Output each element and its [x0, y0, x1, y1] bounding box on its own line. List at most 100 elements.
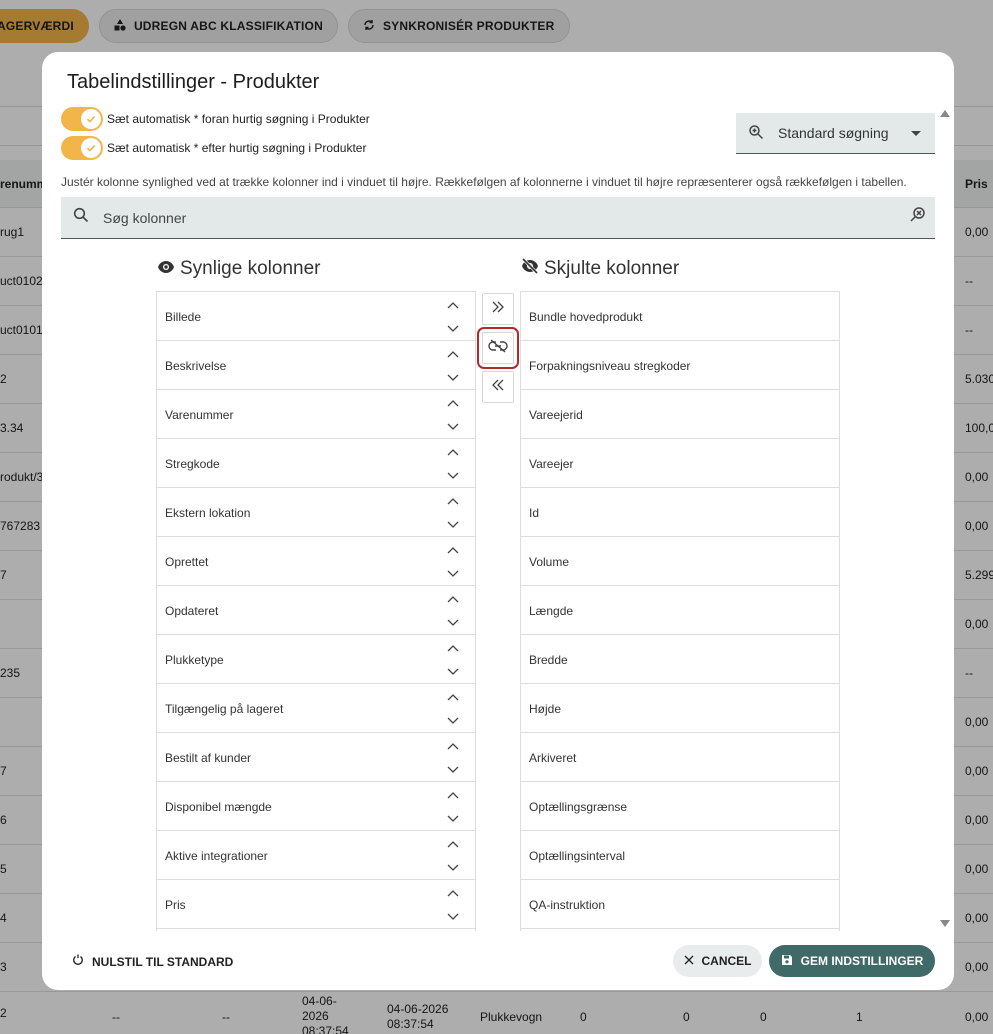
column-label: Vareejer	[529, 457, 574, 471]
instructions-text: Justér kolonne synlighed ved at trække k…	[61, 175, 907, 189]
column-label: Bestilt af kunder	[165, 751, 252, 765]
column-label: Længde	[529, 604, 574, 618]
double-chevron-left-icon	[491, 378, 505, 396]
column-list-item[interactable]: Vareejer	[521, 439, 839, 488]
toggle-suffix-wildcard[interactable]	[61, 136, 103, 160]
column-list-item[interactable]: Plukketype	[157, 635, 475, 684]
search-off-icon[interactable]	[909, 206, 927, 229]
chevron-up-icon[interactable]	[447, 788, 459, 802]
column-list-item[interactable]: Ekstern lokation	[157, 488, 475, 537]
chevron-up-icon[interactable]	[447, 592, 459, 606]
column-list-item[interactable]: Aktive integrationer	[157, 831, 475, 880]
chevron-down-icon[interactable]	[447, 616, 459, 630]
chevron-down-icon[interactable]	[447, 469, 459, 483]
check-icon	[81, 109, 101, 129]
column-label: Opdateret	[165, 604, 219, 618]
chevron-up-icon[interactable]	[447, 347, 459, 361]
chevron-down-icon[interactable]	[447, 763, 459, 777]
column-list-item[interactable]: Disponibel mængde	[157, 782, 475, 831]
save-icon	[781, 954, 801, 969]
column-list-item[interactable]: Forpakningsniveau stregkoder	[521, 341, 839, 390]
table-settings-dialog: Tabelindstillinger - Produkter Sæt autom…	[42, 52, 954, 990]
column-label: Forpakningsniveau stregkoder	[529, 359, 691, 373]
column-label: Vareejerid	[529, 408, 583, 422]
chevron-up-icon[interactable]	[447, 886, 459, 900]
cancel-button[interactable]: CANCEL	[673, 945, 762, 977]
eye-off-icon	[521, 257, 544, 280]
column-list-item[interactable]: Bestilt af kunder	[157, 733, 475, 782]
column-label: Beskrivelse	[165, 359, 227, 373]
chevron-up-icon[interactable]	[447, 543, 459, 557]
zoom-in-icon	[748, 124, 764, 143]
column-list-item[interactable]: Højde	[521, 684, 839, 733]
chevron-up-icon[interactable]	[447, 298, 459, 312]
column-label: Ekstern lokation	[165, 506, 251, 520]
chevron-down-icon[interactable]	[447, 567, 459, 581]
reset-to-default-button[interactable]: NULSTIL TIL STANDARD	[72, 954, 233, 969]
power-reset-icon	[72, 954, 92, 969]
chevron-down-icon[interactable]	[447, 861, 459, 875]
column-label: Id	[529, 506, 540, 520]
double-chevron-right-icon	[491, 300, 505, 318]
chevron-down-icon[interactable]	[447, 910, 459, 924]
column-list-item[interactable]: Volume	[521, 537, 839, 586]
column-list-item[interactable]: Tilgængelig på lageret	[157, 684, 475, 733]
scroll-down-arrow-icon[interactable]	[940, 920, 950, 927]
column-list-item[interactable]: Varenummer	[157, 390, 475, 439]
column-list-item[interactable]: Bundle hovedprodukt	[521, 292, 839, 341]
hidden-columns-list[interactable]: Bundle hovedprodukt Forpakningsniveau str…	[520, 291, 840, 931]
chevron-up-icon[interactable]	[447, 837, 459, 851]
link-off-icon	[488, 338, 508, 358]
move-all-right-button[interactable]	[482, 293, 514, 325]
search-mode-value: Standard søgning	[778, 125, 889, 141]
column-list-item[interactable]: Optællingsinterval	[521, 831, 839, 880]
search-mode-select[interactable]: Standard søgning	[736, 113, 935, 154]
eye-icon	[157, 258, 180, 280]
column-list-item[interactable]: Opdateret	[157, 586, 475, 635]
column-list-item[interactable]: Pris	[157, 880, 475, 929]
column-label: Oprettet	[165, 555, 209, 569]
chevron-up-icon[interactable]	[447, 641, 459, 655]
visible-columns-list[interactable]: Billede Beskrivelse Varenummer Stregkode Eks…	[156, 291, 476, 931]
toggle-prefix-wildcard[interactable]	[61, 107, 103, 131]
column-search-field[interactable]: Søg kolonner	[61, 197, 935, 239]
column-list-item[interactable]: Beskrivelse	[157, 341, 475, 390]
column-label: QA-instruktion	[529, 898, 606, 912]
toggle-suffix-label: Sæt automatisk * efter hurtig søgning i …	[107, 141, 367, 155]
column-label: Højde	[529, 702, 562, 716]
unlink-button[interactable]	[477, 327, 519, 369]
column-list-item[interactable]: Billede	[157, 292, 475, 341]
column-list-item[interactable]: Vareejerid	[521, 390, 839, 439]
chevron-up-icon[interactable]	[447, 494, 459, 508]
chevron-up-icon[interactable]	[447, 690, 459, 704]
chevron-down-icon[interactable]	[447, 812, 459, 826]
column-list-item[interactable]: Stregkode	[157, 439, 475, 488]
chevron-down-icon[interactable]	[447, 714, 459, 728]
column-list-item[interactable]: Oprettet	[157, 537, 475, 586]
column-list-item[interactable]: Bredde	[521, 635, 839, 684]
chevron-down-icon[interactable]	[447, 518, 459, 532]
column-label: Bundle hovedprodukt	[529, 310, 643, 324]
hidden-columns-heading: Skjulte kolonner	[521, 257, 679, 280]
column-label: Plukketype	[165, 653, 224, 667]
chevron-down-icon[interactable]	[447, 420, 459, 434]
chevron-up-icon[interactable]	[447, 739, 459, 753]
chevron-up-icon[interactable]	[447, 396, 459, 410]
close-icon	[684, 954, 702, 968]
column-label: Optællingsinterval	[529, 849, 626, 863]
dialog-title: Tabelindstillinger - Produkter	[67, 71, 320, 93]
chevron-up-icon[interactable]	[447, 445, 459, 459]
column-label: Aktive integrationer	[165, 849, 268, 863]
chevron-down-icon[interactable]	[447, 322, 459, 336]
chevron-down-icon[interactable]	[447, 371, 459, 385]
column-list-item[interactable]: Optællingsgrænse	[521, 782, 839, 831]
column-list-item[interactable]: QA-instruktion	[521, 880, 839, 929]
column-list-item[interactable]: Længde	[521, 586, 839, 635]
scroll-up-arrow-icon[interactable]	[940, 110, 950, 117]
column-list-item[interactable]: Id	[521, 488, 839, 537]
move-all-left-button[interactable]	[482, 371, 514, 403]
chevron-down-icon[interactable]	[447, 665, 459, 679]
toggle-suffix-wildcard-row: Sæt automatisk * efter hurtig søgning i …	[61, 136, 366, 160]
save-settings-button[interactable]: GEM INDSTILLINGER	[769, 945, 935, 977]
column-list-item[interactable]: Arkiveret	[521, 733, 839, 782]
